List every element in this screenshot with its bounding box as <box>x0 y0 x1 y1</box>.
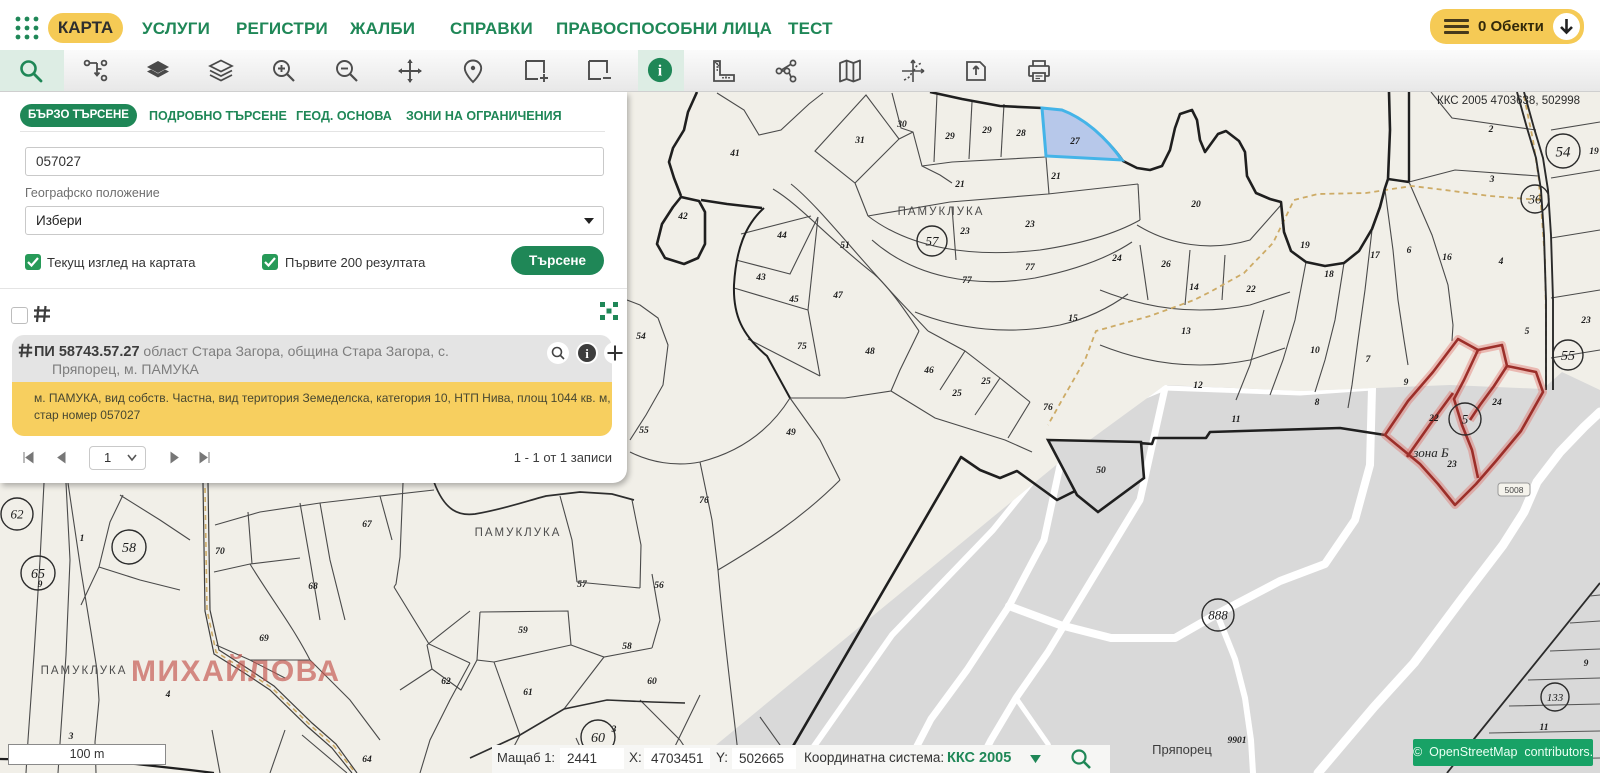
svg-text:55: 55 <box>1561 349 1575 364</box>
svg-text:23: 23 <box>1446 460 1457 470</box>
svg-text:5: 5 <box>1462 412 1469 427</box>
svg-text:20: 20 <box>1190 200 1201 210</box>
svg-text:i: i <box>658 63 663 80</box>
svg-text:5: 5 <box>1525 327 1530 337</box>
svg-text:77: 77 <box>1025 263 1036 273</box>
svg-text:62: 62 <box>441 677 451 687</box>
svg-text:47: 47 <box>832 291 844 301</box>
svg-text:57: 57 <box>926 234 940 249</box>
svg-text:9901: 9901 <box>1228 736 1247 746</box>
svg-text:58: 58 <box>622 642 632 652</box>
svg-text:65: 65 <box>31 567 45 582</box>
svg-text:19: 19 <box>1589 147 1599 157</box>
svg-text:12: 12 <box>1193 381 1203 391</box>
svg-text:9: 9 <box>1584 659 1589 669</box>
svg-text:67: 67 <box>362 520 373 530</box>
svg-text:54: 54 <box>636 332 646 342</box>
svg-text:41: 41 <box>729 149 740 159</box>
svg-text:МИХАЙЛОВА: МИХАЙЛОВА <box>131 654 341 688</box>
svg-text:18: 18 <box>1324 270 1334 280</box>
svg-text:133: 133 <box>1547 692 1564 704</box>
svg-text:11: 11 <box>1540 723 1549 733</box>
svg-text:5008: 5008 <box>1505 485 1524 495</box>
svg-text:46: 46 <box>923 366 934 376</box>
svg-text:29: 29 <box>944 132 955 142</box>
svg-text:13: 13 <box>1181 327 1191 337</box>
svg-text:36: 36 <box>1528 192 1543 207</box>
svg-text:75: 75 <box>797 342 807 352</box>
svg-text:24: 24 <box>1111 254 1122 264</box>
svg-text:68: 68 <box>308 582 318 592</box>
svg-text:60: 60 <box>591 731 605 746</box>
svg-text:23: 23 <box>959 227 970 237</box>
svg-text:43: 43 <box>755 273 766 283</box>
svg-text:28: 28 <box>1015 129 1026 139</box>
svg-text:23: 23 <box>1024 220 1035 230</box>
svg-text:76: 76 <box>699 496 709 506</box>
svg-text:60: 60 <box>647 677 657 687</box>
svg-text:25: 25 <box>980 377 991 387</box>
svg-text:77: 77 <box>962 276 973 286</box>
svg-text:64: 64 <box>362 755 372 765</box>
svg-text:29: 29 <box>981 126 992 136</box>
svg-text:6: 6 <box>1407 246 1412 256</box>
svg-text:14: 14 <box>1189 283 1199 293</box>
svg-text:8: 8 <box>1315 398 1320 408</box>
svg-text:2: 2 <box>1488 125 1494 135</box>
svg-text:42: 42 <box>677 212 688 222</box>
svg-text:25: 25 <box>951 389 962 399</box>
svg-text:31: 31 <box>854 136 865 146</box>
svg-text:22: 22 <box>1245 285 1256 295</box>
svg-text:58: 58 <box>122 541 136 556</box>
svg-text:Пряпорец: Пряпорец <box>1152 742 1212 757</box>
svg-text:27: 27 <box>1069 137 1081 147</box>
svg-text:54: 54 <box>1556 144 1572 160</box>
svg-text:23: 23 <box>1580 316 1591 326</box>
svg-text:ПАМУКЛУКА: ПАМУКЛУКА <box>898 206 985 218</box>
svg-text:ПАМУКЛУКА: ПАМУКЛУКА <box>475 527 562 539</box>
svg-text:9: 9 <box>1404 378 1409 388</box>
svg-text:61: 61 <box>523 688 533 698</box>
svg-text:21: 21 <box>954 180 965 190</box>
svg-text:30: 30 <box>896 120 907 130</box>
svg-text:3: 3 <box>68 732 74 742</box>
svg-text:1: 1 <box>80 534 85 544</box>
svg-text:45: 45 <box>788 295 799 305</box>
svg-text:26: 26 <box>1160 260 1171 270</box>
svg-text:11: 11 <box>1232 415 1241 425</box>
svg-text:i: i <box>585 346 589 361</box>
svg-text:22: 22 <box>1428 414 1439 424</box>
svg-text:59: 59 <box>518 626 528 636</box>
svg-text:49: 49 <box>785 428 796 438</box>
svg-text:57: 57 <box>577 580 588 590</box>
svg-text:21: 21 <box>1050 172 1061 182</box>
svg-text:4: 4 <box>165 690 171 700</box>
svg-text:51: 51 <box>840 241 850 251</box>
svg-text:888: 888 <box>1208 608 1228 623</box>
svg-text:15: 15 <box>1068 314 1078 324</box>
svg-text:ПАМУКЛУКА: ПАМУКЛУКА <box>41 665 128 677</box>
svg-text:70: 70 <box>215 547 225 557</box>
svg-text:ККС 2005 4703638, 502998: ККС 2005 4703638, 502998 <box>1437 95 1580 107</box>
svg-text:зона Б: зона Б <box>1412 445 1449 460</box>
svg-text:19: 19 <box>1300 241 1310 251</box>
svg-text:16: 16 <box>1442 253 1452 263</box>
svg-text:55: 55 <box>639 426 649 436</box>
svg-text:69: 69 <box>259 634 269 644</box>
svg-text:56: 56 <box>654 581 664 591</box>
svg-text:62: 62 <box>11 507 25 522</box>
svg-text:24: 24 <box>1491 398 1502 408</box>
svg-text:17: 17 <box>1370 251 1381 261</box>
svg-text:48: 48 <box>864 347 875 357</box>
svg-text:4: 4 <box>1498 257 1504 267</box>
svg-text:3: 3 <box>1489 175 1495 185</box>
svg-text:44: 44 <box>776 231 787 241</box>
svg-text:76: 76 <box>1043 403 1053 413</box>
svg-text:10: 10 <box>1310 346 1320 356</box>
svg-text:50: 50 <box>1096 466 1106 476</box>
